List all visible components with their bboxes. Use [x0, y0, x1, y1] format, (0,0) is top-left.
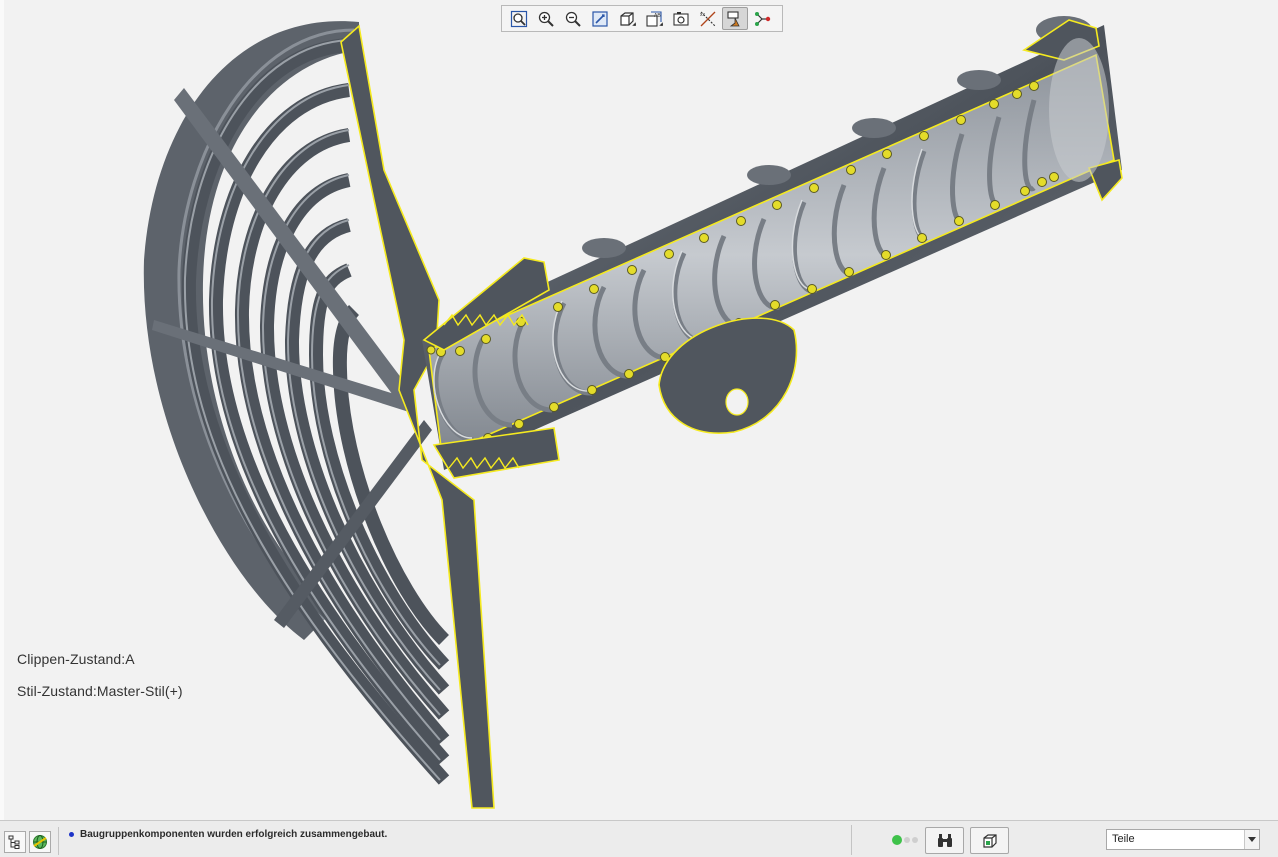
chevron-down-icon[interactable]: [1244, 830, 1259, 849]
selection-filter-button[interactable]: [970, 827, 1009, 854]
style-state-label: Stil-Zustand:Master-Stil(+): [17, 683, 183, 699]
globe-icon: [33, 835, 47, 849]
svg-text:xx: xx: [700, 12, 706, 18]
separator: [851, 825, 852, 855]
binoculars-icon: [937, 833, 952, 847]
spin-center-button[interactable]: [749, 7, 775, 30]
status-bar: Baugruppenkomponenten wurden erfolgreich…: [0, 820, 1278, 857]
datum-display-button[interactable]: xx: [695, 7, 721, 30]
browser-toggle-button[interactable]: [29, 831, 51, 853]
zoom-out-icon: [565, 11, 581, 27]
zoom-in-button[interactable]: [533, 7, 559, 30]
zoom-fit-button[interactable]: [506, 7, 532, 30]
status-message: Baugruppenkomponenten wurden erfolgreich…: [80, 829, 388, 840]
svg-text:AB: AB: [654, 13, 661, 19]
model-tree-icon: [8, 835, 20, 849]
zoom-in-icon: [538, 11, 554, 27]
view-manager-button[interactable]: [668, 7, 694, 30]
model-section-view[interactable]: [4, 0, 1278, 820]
separator: [58, 827, 59, 855]
selection-filter-dropdown[interactable]: Teile: [1106, 829, 1260, 850]
spin-center-icon: [755, 11, 771, 26]
regeneration-status-indicator: [892, 835, 918, 845]
clip-state-label: Clippen-Zustand:A: [17, 651, 135, 667]
graphics-toolbar: AB xx: [501, 5, 783, 32]
repaint-icon: [592, 10, 608, 27]
dropdown-corner-icon: [659, 22, 663, 26]
repaint-button[interactable]: [587, 7, 613, 30]
box-select-icon: [982, 833, 997, 848]
display-style-button[interactable]: [614, 7, 640, 30]
status-dot-icon: [912, 837, 918, 843]
dropdown-corner-icon: [632, 22, 636, 26]
view-manager-icon: [673, 11, 689, 26]
message-bullet-icon: [69, 832, 74, 837]
status-dot-icon: [904, 837, 910, 843]
annotation-display-icon: [727, 10, 740, 26]
zoom-out-button[interactable]: [560, 7, 586, 30]
spoked-wheel: [143, 21, 450, 785]
annotation-display-button[interactable]: [722, 7, 748, 30]
status-dot-icon: [892, 835, 902, 845]
saved-views-button[interactable]: AB: [641, 7, 667, 30]
find-button[interactable]: [925, 827, 964, 854]
model-tree-toggle-button[interactable]: [4, 831, 26, 853]
datum-display-icon: xx: [700, 11, 716, 26]
application-window: AB xx Clippen-Zustand:A Stil-Zustand:Mas…: [0, 0, 1278, 857]
graphics-viewport[interactable]: AB xx Clippen-Zustand:A Stil-Zustand:Mas…: [0, 0, 1278, 820]
selection-filter-value: Teile: [1112, 833, 1135, 845]
zoom-fit-icon: [510, 10, 528, 27]
